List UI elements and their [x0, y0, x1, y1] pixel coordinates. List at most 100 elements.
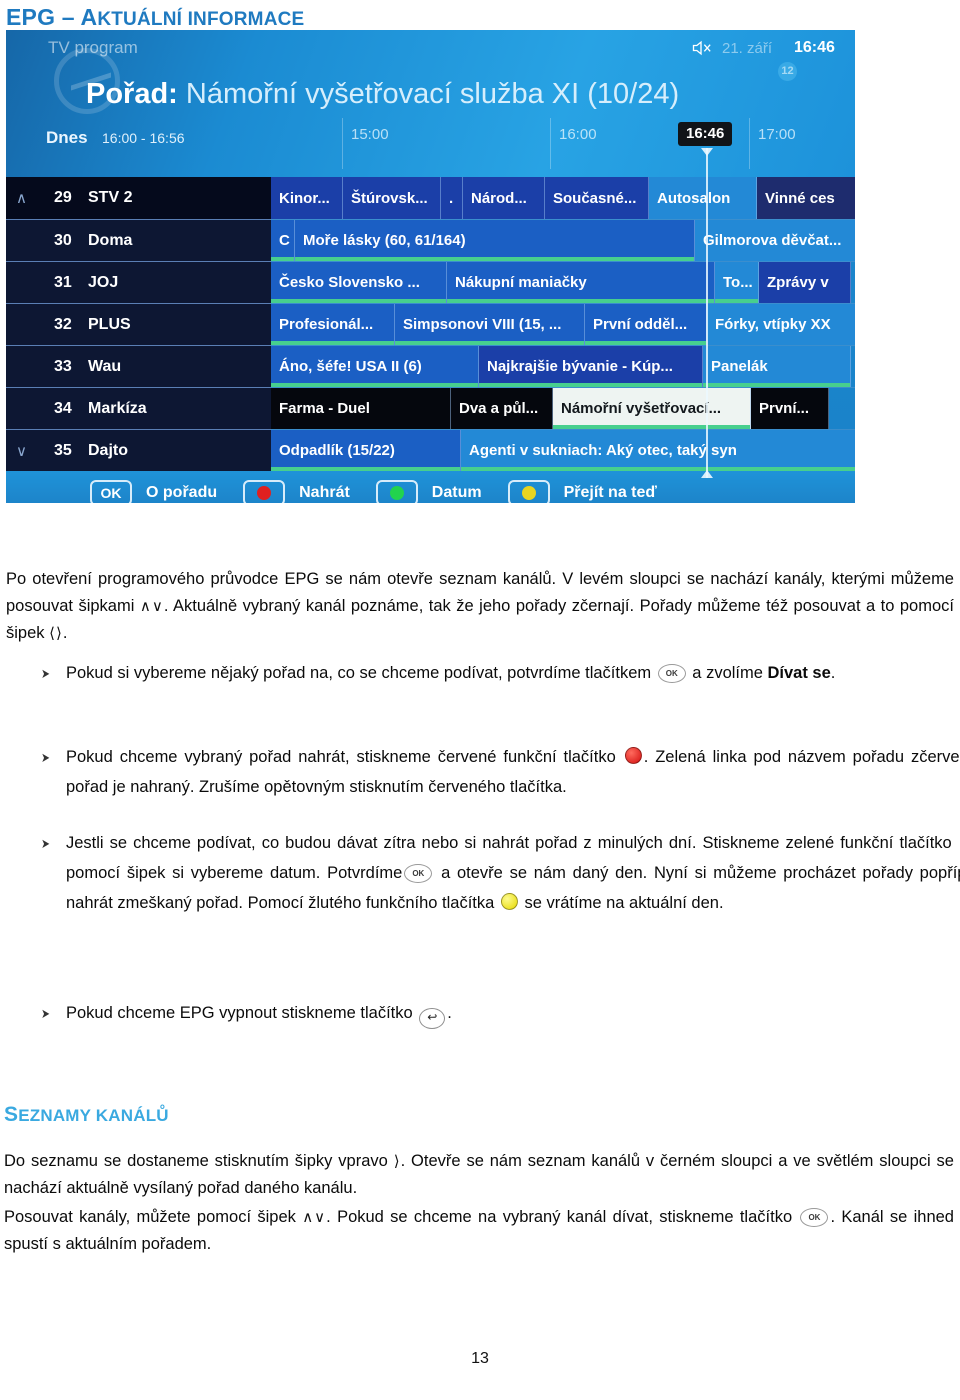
epg-channel-name: PLUS: [88, 315, 131, 333]
epg-program-cell[interactable]: První...: [751, 388, 829, 429]
epg-channel-row[interactable]: 33 Wau Áno, šéfe! USA II (6) Najkrajšie býv…: [6, 345, 855, 387]
epg-program-cell[interactable]: Dva a půl...: [451, 388, 553, 429]
epg-program-title: Česko Slovensko ...: [279, 274, 420, 291]
epg-program-cell[interactable]: To...: [715, 262, 759, 303]
epg-program-cell[interactable]: Česko Slovensko ...: [271, 262, 447, 303]
bullet3-text-d: se vrátíme na aktuální den.: [519, 894, 724, 912]
epg-channel-cell[interactable]: 33 Wau: [6, 345, 271, 387]
epg-program-title: Najkrajšie bývanie - Kúp...: [487, 358, 673, 375]
epg-channel-number: 31: [54, 273, 72, 291]
action-key-green[interactable]: [375, 480, 418, 503]
yellow-dot-icon: [521, 486, 536, 500]
epg-program-title: Národ...: [471, 189, 527, 207]
epg-clock: 16:46: [794, 39, 835, 56]
page-number: 13: [471, 1350, 489, 1367]
today-label: Dnes: [46, 128, 88, 147]
epg-channel-cell[interactable]: 32 PLUS: [6, 303, 271, 345]
epg-channel-cell[interactable]: 34 Markíza: [6, 387, 271, 429]
epg-channel-number: 32: [54, 315, 72, 333]
epg-program-cell[interactable]: C: [271, 220, 295, 261]
bullet-exit-epg: Pokud chceme EPG vypnout stiskneme tlačí…: [26, 998, 960, 1029]
epg-channel-row[interactable]: 34 Markíza Farma - Duel Dva a půl... Námořní…: [6, 387, 855, 429]
red-button-icon: [624, 747, 642, 764]
epg-channel-number: 29: [54, 189, 72, 206]
epg-channel-row[interactable]: 31 JOJ Česko Slovensko ... Nákupní maniačky…: [6, 261, 855, 303]
bullet2-text-a: Pokud chceme vybraný pořad nahrát, stisk…: [66, 748, 623, 766]
epg-program-title: Námořní vyšetřovací...: [561, 400, 722, 417]
epg-program-lane: Česko Slovensko ... Nákupní maniačky To...…: [271, 261, 855, 303]
epg-channel-row[interactable]: ∧ 29 STV 2 Kinor... Štúrovsk.... Národ... Souč…: [6, 177, 855, 219]
epg-program-cell[interactable]: Zprávy v: [759, 262, 851, 303]
epg-program-cell[interactable]: Profesionál...: [271, 304, 395, 345]
now-time-chip: 16:46: [678, 122, 733, 146]
epg-program-cell[interactable]: Národ...: [463, 177, 545, 219]
epg-program-cell[interactable]: Panelák: [703, 346, 851, 387]
epg-program-cell[interactable]: Áno, šéfe! USA II (6): [271, 346, 479, 387]
action-key-red[interactable]: [243, 480, 286, 503]
epg-channel-name: Wau: [88, 357, 122, 375]
epg-program-cell[interactable]: Farma - Duel: [271, 388, 451, 429]
epg-program-title: Odpadlík (15/22): [279, 442, 395, 459]
epg-channel-number: 33: [54, 357, 72, 375]
epg-program-title: Kinor...: [279, 189, 330, 207]
current-program-name: Námořní vyšetřovací služba XI (10/24): [185, 78, 680, 110]
epg-program-title: To...: [723, 274, 753, 291]
epg-program-cell[interactable]: Najkrajšie bývanie - Kúp...: [479, 346, 703, 387]
epg-channel-cell[interactable]: ∨ 35 Dajto: [6, 429, 271, 471]
epg-program-title: Simpsonovi VIII (15, ...: [403, 316, 562, 333]
epg-program-cell[interactable]: .: [441, 177, 463, 219]
epg-program-lane: Áno, šéfe! USA II (6) Najkrajšie bývanie …: [271, 345, 855, 387]
epg-program-cell[interactable]: Odpadlík (15/22): [271, 430, 461, 471]
back-key-icon: ↩: [419, 1008, 446, 1029]
page-title-epg-rest: KTUÁLNÍ INFORMACE: [97, 9, 305, 30]
epg-channel-cell[interactable]: 30 Doma: [6, 219, 271, 261]
epg-channel-cell[interactable]: 31 JOJ: [6, 261, 271, 303]
green-dot-icon: [389, 486, 404, 500]
epg-program-cell[interactable]: Kinor...: [271, 177, 343, 219]
epg-program-title: Moře lásky (60, 61/164): [303, 232, 466, 249]
epg-program-cell[interactable]: Současné...: [545, 177, 649, 219]
action-key-ok[interactable]: OK: [90, 480, 132, 503]
epg-channel-row[interactable]: 32 PLUS Profesionál... Simpsonovi VIII (15,…: [6, 303, 855, 345]
epg-screenshot: TV program 21. září 16:46 12 Pořad: Námo…: [6, 30, 855, 503]
action-label: Datum: [431, 484, 482, 501]
arrow-up-down-icon: ∧∨: [139, 597, 164, 615]
epg-program-title: První odděl...: [593, 316, 688, 333]
arrow-right-icon: ⟩: [393, 1152, 401, 1170]
epg-program-cell[interactable]: Gilmorova děvčat...: [695, 220, 855, 261]
bullet4-text-b: .: [447, 1004, 452, 1022]
epg-header-bar: TV program 21. září 16:46 12 Pořad: Námo…: [6, 30, 855, 177]
epg-program-cell[interactable]: Simpsonovi VIII (15, ...: [395, 304, 585, 345]
epg-program-cell[interactable]: Štúrovsk...: [343, 177, 441, 219]
red-dot-icon: [257, 486, 272, 500]
current-program-heading: Pořad: Námořní vyšetřovací služba XI (10…: [86, 78, 679, 111]
channel-scroll-paragraph: Posouvat kanály, můžete pomocí šipek ∧∨.…: [4, 1204, 954, 1258]
ok-key-icon: OK: [657, 664, 686, 683]
bullet1-bold-option: Dívat se: [767, 664, 831, 682]
epg-program-cell[interactable]: Námořní vyšetřovací...: [553, 388, 751, 429]
action-label: O pořadu: [146, 484, 218, 501]
epg-program-cell[interactable]: Nákupní maniačky: [447, 262, 715, 303]
epg-program-cell[interactable]: Vinné ces: [757, 177, 855, 219]
epg-program-cell[interactable]: Moře lásky (60, 61/164): [295, 220, 695, 261]
epg-program-title: Profesionál...: [279, 316, 374, 333]
action-label: Přejít na teď: [563, 484, 657, 501]
epg-channel-cell[interactable]: ∧ 29 STV 2: [6, 177, 271, 219]
epg-channel-row[interactable]: 30 Doma C Moře lásky (60, 61/164) Gilmorova …: [6, 219, 855, 261]
tv-program-label: TV program: [48, 38, 138, 57]
ok-key-icon-3: OK: [800, 1208, 829, 1227]
page-title-epg-cap: A: [80, 4, 98, 30]
epg-program-cell[interactable]: Agenti v sukniach: Aký otec, taký syn: [461, 430, 855, 471]
epg-program-cell[interactable]: První odděl...: [585, 304, 707, 345]
ok-key-icon-2: OK: [404, 864, 433, 883]
epg-channel-row[interactable]: ∨ 35 Dajto Odpadlík (15/22) Agenti v sukniac…: [6, 429, 855, 471]
page-title-seznamy-lead: S: [4, 1103, 19, 1126]
epg-program-cell[interactable]: Fórky, vtípky XX: [707, 304, 855, 345]
action-key-yellow[interactable]: [507, 480, 550, 503]
chevron-down-icon[interactable]: ∨: [16, 442, 27, 460]
timeline-tick-1: 15:00: [342, 118, 389, 169]
chevron-up-icon[interactable]: ∧: [16, 189, 27, 207]
p3-text-b: . Pokud se chceme na vybraný kanál dívat…: [326, 1208, 799, 1226]
epg-action-bar: OK O pořadu Nahrát Datum Přejít na teď: [6, 471, 855, 503]
epg-program-cell[interactable]: Autosalon: [649, 177, 757, 219]
